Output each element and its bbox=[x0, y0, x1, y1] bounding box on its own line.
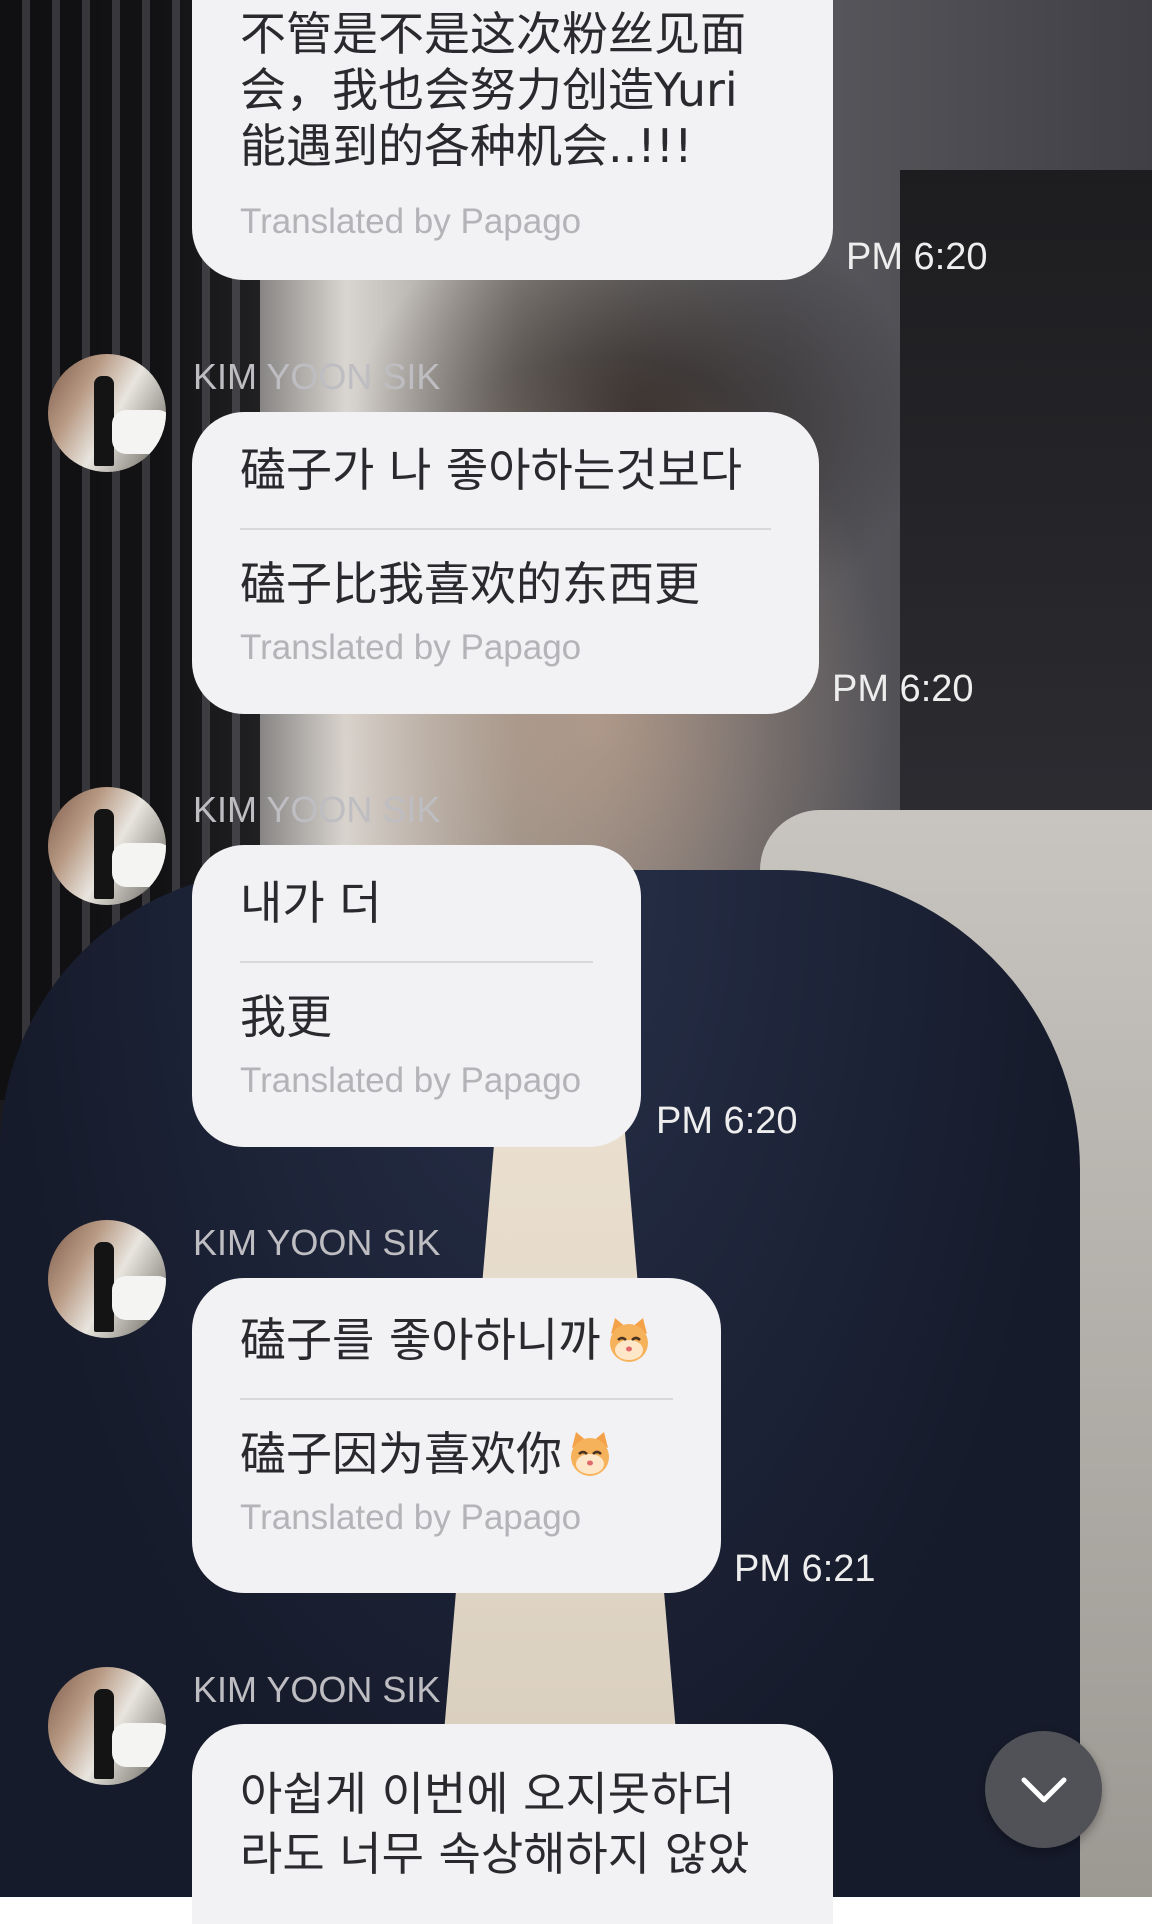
message-bubble[interactable]: 내가 더 我更 Translated by Papago bbox=[192, 845, 641, 1147]
cat-kiss-emoji-icon bbox=[609, 1318, 648, 1362]
message-original-text: 磕子를 좋아하니까 bbox=[240, 1312, 673, 1368]
translation-divider bbox=[240, 528, 771, 530]
message-text-line: 能遇到的各种机会..!!! bbox=[240, 119, 693, 173]
avatar[interactable] bbox=[48, 354, 166, 472]
scroll-to-bottom-button[interactable] bbox=[985, 1731, 1102, 1848]
message-text-line: 会，我也会努力创造Yuri bbox=[240, 63, 738, 117]
message-bubble[interactable]: 磕子를 좋아하니까 磕子因为喜欢你 Translated by Papago bbox=[192, 1278, 721, 1593]
message-time: PM 6:21 bbox=[734, 1548, 876, 1590]
avatar[interactable] bbox=[48, 1220, 166, 1338]
chevron-down-icon bbox=[1021, 1777, 1066, 1802]
translation-note: Translated by Papago bbox=[240, 1061, 582, 1100]
message-translated-text: 我更 bbox=[240, 990, 332, 1044]
message-time: PM 6:20 bbox=[832, 668, 974, 710]
message-translated-text: 磕子因为喜欢你 bbox=[240, 1426, 673, 1482]
sender-name: KIM YOON SIK bbox=[193, 789, 441, 830]
message-time: PM 6:20 bbox=[846, 236, 988, 278]
translation-divider bbox=[240, 961, 593, 963]
message-text-line: 아쉽게 이번에 오지못하더 bbox=[240, 1767, 735, 1821]
translation-divider bbox=[240, 1398, 673, 1400]
sender-name: KIM YOON SIK bbox=[193, 356, 441, 397]
sender-name: KIM YOON SIK bbox=[193, 1669, 441, 1710]
translation-note: Translated by Papago bbox=[240, 628, 582, 667]
translation-note: Translated by Papago bbox=[240, 202, 582, 241]
message-bubble[interactable]: 아쉽게 이번에 오지못하더 라도 너무 속상해하지 않았 bbox=[192, 1724, 833, 1924]
message-bubble[interactable]: 不管是不是这次粉丝见面 会，我也会努力创造Yuri 能遇到的各种机会..!!! … bbox=[192, 0, 833, 280]
message-text-line: 라도 너무 속상해하지 않았 bbox=[240, 1827, 750, 1881]
avatar[interactable] bbox=[48, 787, 166, 905]
translation-note: Translated by Papago bbox=[240, 1498, 582, 1537]
cat-kiss-emoji-icon bbox=[571, 1432, 609, 1476]
message-bubble[interactable]: 磕子가 나 좋아하는것보다 磕子比我喜欢的东西更 Translated by P… bbox=[192, 412, 819, 714]
chat-message-list[interactable]: 不管是不是这次粉丝见面 会，我也会努力创造Yuri 能遇到的各种机会..!!! … bbox=[0, 0, 1152, 1924]
message-original-text: 磕子가 나 좋아하는것보다 bbox=[240, 443, 743, 497]
message-translated-text: 磕子比我喜欢的东西更 bbox=[240, 557, 700, 611]
message-text-line: 不管是不是这次粉丝见面 bbox=[240, 7, 746, 61]
message-original-text: 내가 더 bbox=[240, 876, 382, 930]
message-time: PM 6:20 bbox=[656, 1100, 798, 1142]
avatar[interactable] bbox=[48, 1667, 166, 1785]
sender-name: KIM YOON SIK bbox=[193, 1222, 441, 1263]
